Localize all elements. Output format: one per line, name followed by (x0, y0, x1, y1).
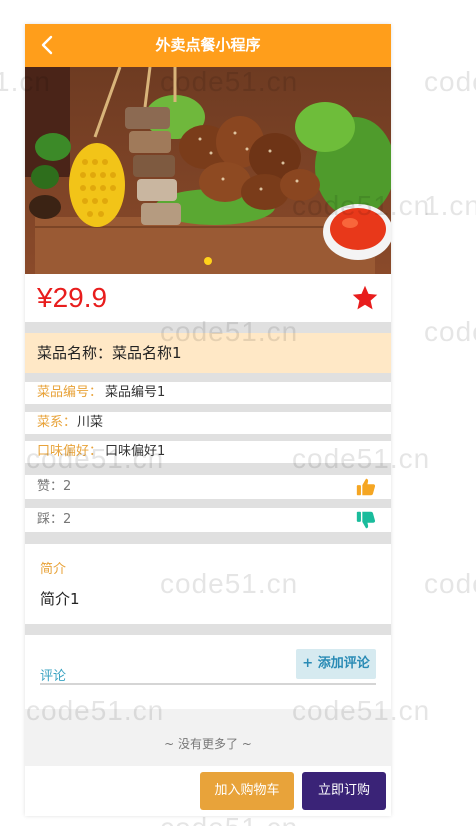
comment-divider (40, 683, 376, 685)
likes-row: 赞：2 (25, 475, 391, 499)
intro-text: 简介1 (40, 590, 80, 608)
divider (25, 434, 391, 441)
divider (25, 532, 391, 544)
dislikes-row: 踩：2 (25, 508, 391, 532)
taste-value: 口味偏好1 (105, 444, 166, 459)
taste-label: 口味偏好： (37, 444, 103, 459)
dish-code-label: 菜品编号： (37, 385, 103, 400)
bottom-action-bar: 加入购物车 立即订购 (25, 766, 391, 816)
intro-title: 简介 (40, 562, 67, 577)
add-to-cart-button[interactable]: 加入购物车 (200, 772, 294, 810)
nav-header: 外卖点餐小程序 (25, 24, 391, 67)
dish-name-value: 菜品名称1 (112, 344, 182, 362)
thumbs-up-icon[interactable] (355, 476, 377, 498)
divider (25, 373, 391, 382)
taste-row: 口味偏好： 口味偏好1 (25, 441, 391, 463)
price-row: ¥29.9 (25, 274, 391, 322)
price-text: ¥29.9 (37, 282, 108, 313)
back-button[interactable] (35, 32, 59, 58)
page-title: 外卖点餐小程序 (155, 36, 261, 54)
dish-name-label: 菜品名称： (37, 344, 113, 362)
grilled-skewers-illustration (25, 67, 391, 274)
comment-title: 评论 (40, 669, 67, 684)
app-page: 外卖点餐小程序 ¥29.9 菜品名称：菜品名称1 菜品编号： 菜品编号1 菜系：… (0, 0, 476, 826)
thumbs-down-icon[interactable] (355, 509, 377, 531)
cuisine-row: 菜系： 川菜 (25, 412, 391, 434)
add-comment-button[interactable]: + 添加评论 (296, 649, 376, 679)
star-icon[interactable] (351, 284, 379, 312)
food-banner-image[interactable] (25, 67, 391, 274)
no-more-text: ~ 没有更多了 ~ (164, 737, 252, 751)
dish-code-value: 菜品编号1 (105, 385, 166, 400)
dish-name-row: 菜品名称：菜品名称1 (25, 333, 391, 373)
chevron-left-icon (41, 35, 53, 55)
watermark-text: code51.cn (424, 66, 476, 97)
watermark-text: 1.cn (424, 190, 476, 221)
divider (25, 499, 391, 508)
dish-code-row: 菜品编号： 菜品编号1 (25, 382, 391, 404)
buy-now-button[interactable]: 立即订购 (302, 772, 386, 810)
intro-card: 简介 简介1 (25, 544, 391, 624)
dislikes-count: 踩：2 (37, 512, 72, 527)
divider (25, 322, 391, 333)
mini-program-frame: 外卖点餐小程序 ¥29.9 菜品名称：菜品名称1 菜品编号： 菜品编号1 菜系：… (25, 24, 391, 816)
carousel-indicator-dot[interactable] (204, 257, 212, 265)
cuisine-label: 菜系： (37, 415, 77, 430)
likes-count: 赞：2 (37, 479, 72, 494)
comment-card: 评论 + 添加评论 (25, 635, 391, 709)
divider (25, 404, 391, 412)
divider (25, 463, 391, 475)
cuisine-value: 川菜 (77, 415, 104, 430)
watermark-text: code51.cn (424, 316, 476, 347)
divider (25, 624, 391, 635)
watermark-text: code51.cn (424, 568, 476, 599)
